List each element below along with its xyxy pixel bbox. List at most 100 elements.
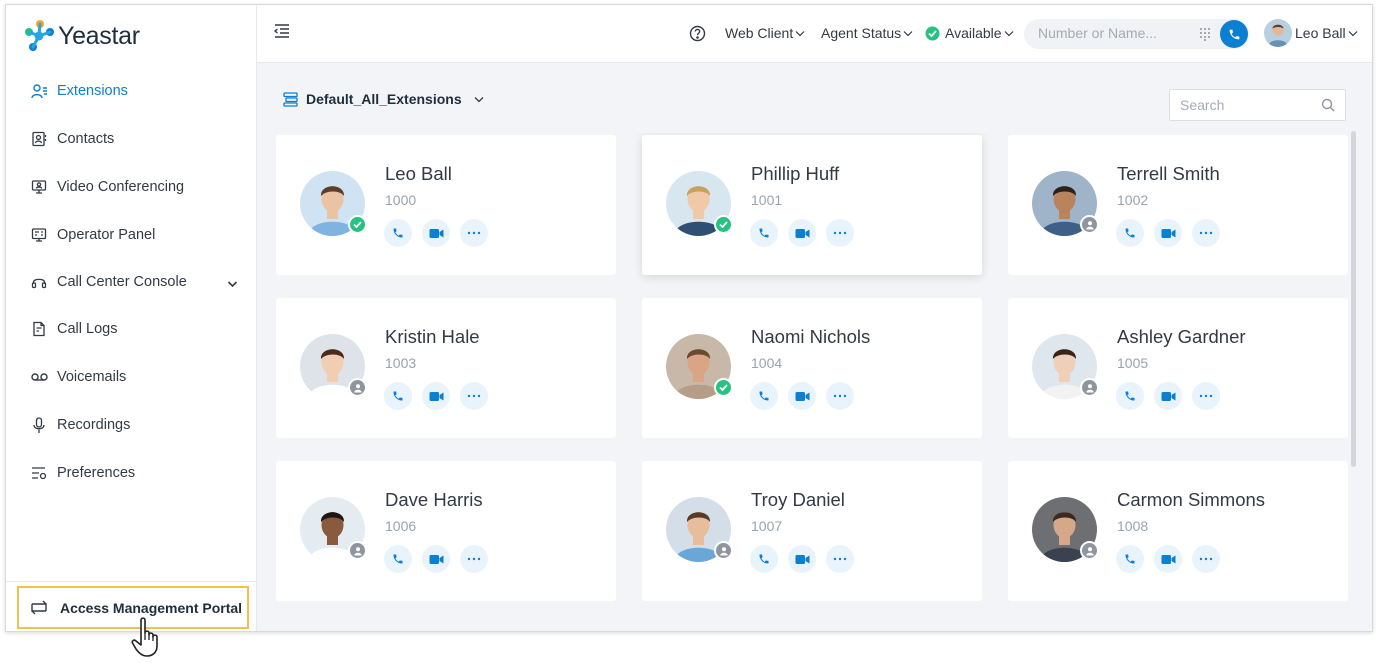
audio-call-button[interactable]: [750, 545, 778, 573]
sidebar-item-extensions[interactable]: Extensions: [6, 67, 256, 115]
video-camera-icon: [429, 391, 443, 401]
presence-label: Available: [945, 25, 1002, 41]
phone-icon: [1125, 228, 1135, 238]
audio-call-button[interactable]: [750, 382, 778, 410]
extension-number: 1007: [751, 518, 783, 534]
more-dots-icon: [467, 557, 481, 561]
more-options-button[interactable]: [460, 545, 488, 573]
microphone-icon: [30, 416, 48, 434]
video-call-button[interactable]: [1154, 219, 1182, 247]
video-call-button[interactable]: [788, 382, 816, 410]
video-call-button[interactable]: [788, 545, 816, 573]
yeastar-logo[interactable]: Yeastar: [24, 19, 140, 53]
video-conferencing-icon: [30, 178, 48, 196]
dialpad-icon[interactable]: [1199, 27, 1211, 46]
video-camera-icon: [1161, 391, 1175, 401]
sidebar-item-label: Video Conferencing: [57, 179, 185, 195]
sidebar-item-label: Voicemails: [57, 369, 127, 385]
sidebar-item-recordings[interactable]: Recordings: [6, 401, 256, 449]
extension-card[interactable]: Naomi Nichols 1004: [642, 298, 982, 438]
chevron-down-icon[interactable]: [227, 276, 238, 292]
more-dots-icon: [1199, 231, 1213, 235]
scrollbar[interactable]: [1351, 131, 1356, 467]
extension-card[interactable]: Troy Daniel 1007: [642, 461, 982, 601]
sidebar-item-operator-panel[interactable]: Operator Panel: [6, 211, 256, 259]
more-options-button[interactable]: [826, 545, 854, 573]
sidebar-item-label: Preferences: [57, 465, 136, 481]
more-dots-icon: [833, 394, 847, 398]
presence-status-menu[interactable]: Available: [925, 25, 1014, 41]
agent-status-menu[interactable]: Agent Status: [821, 25, 913, 41]
extension-card[interactable]: Dave Harris 1006: [276, 461, 616, 601]
chevron-down-icon: [903, 30, 913, 37]
extension-number: 1005: [1117, 355, 1149, 371]
web-client-label: Web Client: [725, 25, 794, 41]
extension-card[interactable]: Carmon Simmons 1008: [1008, 461, 1348, 601]
phone-icon: [1125, 554, 1135, 564]
audio-call-button[interactable]: [384, 219, 412, 247]
more-options-button[interactable]: [1192, 382, 1220, 410]
collapse-sidebar-icon[interactable]: [273, 23, 291, 44]
sidebar-item-label: Recordings: [57, 417, 131, 433]
extension-group-selector[interactable]: Default_All_Extensions: [283, 91, 484, 107]
extension-card[interactable]: Leo Ball 1000: [276, 135, 616, 275]
extension-actions: [750, 382, 864, 410]
more-options-button[interactable]: [460, 382, 488, 410]
extension-actions: [384, 219, 498, 247]
sidebar-item-contacts[interactable]: Contacts: [6, 115, 256, 163]
audio-call-button[interactable]: [1116, 382, 1144, 410]
video-call-button[interactable]: [422, 382, 450, 410]
more-options-button[interactable]: [1192, 219, 1220, 247]
more-options-button[interactable]: [460, 219, 488, 247]
extension-card[interactable]: Terrell Smith 1002: [1008, 135, 1348, 275]
audio-call-button[interactable]: [384, 382, 412, 410]
more-options-button[interactable]: [826, 382, 854, 410]
search-icon[interactable]: [1321, 98, 1335, 117]
extension-number: 1002: [1117, 192, 1149, 208]
audio-call-button[interactable]: [1116, 219, 1144, 247]
sidebar-item-label: Call Center Console: [57, 274, 187, 290]
video-call-button[interactable]: [422, 545, 450, 573]
available-status-icon: [714, 378, 733, 397]
sidebar-item-label: Operator Panel: [57, 227, 156, 243]
chevron-down-icon: [1004, 30, 1014, 37]
audio-call-button[interactable]: [1116, 545, 1144, 573]
audio-call-button[interactable]: [384, 545, 412, 573]
extension-number: 1003: [385, 355, 417, 371]
phone-icon: [759, 554, 769, 564]
more-options-button[interactable]: [826, 219, 854, 247]
more-dots-icon: [467, 231, 481, 235]
extension-search-input[interactable]: [1180, 97, 1310, 113]
video-call-button[interactable]: [1154, 545, 1182, 573]
extension-card[interactable]: Phillip Huff 1001: [642, 135, 982, 275]
dial-call-button[interactable]: [1220, 20, 1248, 48]
user-avatar[interactable]: [1264, 19, 1292, 47]
extension-card[interactable]: Ashley Gardner 1005: [1008, 298, 1348, 438]
sidebar-item-preferences[interactable]: Preferences: [6, 449, 256, 497]
video-camera-icon: [795, 228, 809, 238]
video-call-button[interactable]: [1154, 382, 1182, 410]
sidebar-item-call-logs[interactable]: Call Logs: [6, 305, 256, 353]
web-client-menu[interactable]: Web Client: [725, 25, 805, 41]
extension-name: Ashley Gardner: [1117, 326, 1246, 347]
extensions-icon: [30, 82, 48, 100]
extension-number: 1006: [385, 518, 417, 534]
extension-name: Leo Ball: [385, 163, 452, 184]
video-call-button[interactable]: [422, 219, 450, 247]
extension-actions: [384, 382, 498, 410]
user-menu[interactable]: Leo Ball: [1295, 25, 1358, 41]
phone-icon: [393, 391, 403, 401]
help-icon[interactable]: [689, 25, 706, 47]
extension-name: Troy Daniel: [751, 489, 845, 510]
sidebar-item-label: Contacts: [57, 131, 115, 147]
audio-call-button[interactable]: [750, 219, 778, 247]
extension-card[interactable]: Kristin Hale 1003: [276, 298, 616, 438]
sidebar-item-voicemails[interactable]: Voicemails: [6, 353, 256, 401]
number-or-name-input[interactable]: [1038, 25, 1188, 41]
sidebar-item-call-center-console[interactable]: Call Center Console: [6, 259, 256, 305]
sidebar-item-video-conferencing[interactable]: Video Conferencing: [6, 163, 256, 211]
preferences-icon: [30, 464, 48, 482]
video-call-button[interactable]: [788, 219, 816, 247]
agent-status-label: Agent Status: [821, 25, 902, 41]
more-options-button[interactable]: [1192, 545, 1220, 573]
